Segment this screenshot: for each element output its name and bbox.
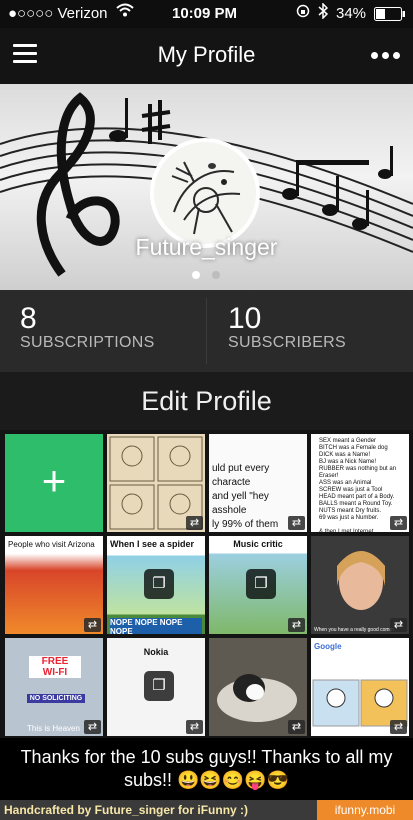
rotation-lock-icon <box>296 4 310 22</box>
footer-credit: Handcrafted by Future_singer for iFunny … <box>4 803 249 817</box>
bluetooth-icon <box>318 2 329 23</box>
repost-icon[interactable]: ⇄ <box>288 618 305 632</box>
posts-grid: + ⇄ uld put every characte and yell "hey… <box>0 430 413 738</box>
subscribers-stat[interactable]: 10 SUBSCRIBERS <box>228 302 346 352</box>
battery-percent: 34% <box>336 5 367 22</box>
gallery-icon: ❐ <box>246 569 276 599</box>
post-tile[interactable]: ⇄ <box>209 638 307 736</box>
page-title: My Profile <box>157 42 256 67</box>
bird-illustration <box>171 161 241 235</box>
stats-divider <box>206 298 207 364</box>
ifunny-badge: ifunny.mobi <box>317 800 413 820</box>
repost-icon[interactable]: ⇄ <box>186 516 203 530</box>
post-tile[interactable]: SEX meant a Gender BITCH was a Female do… <box>311 434 409 532</box>
nav-bar: My Profile <box>0 28 413 84</box>
subscriptions-count: 8 <box>20 302 37 335</box>
post-tile[interactable]: Nokia ❐ ⇄ <box>107 638 205 736</box>
post-tile[interactable]: FREE WI-FI NO SOLICITING This is Heaven … <box>5 638 103 736</box>
repost-icon[interactable]: ⇄ <box>186 720 203 734</box>
post-caption: Thanks for the 10 subs guys!! Thanks to … <box>0 738 413 800</box>
gallery-icon: ❐ <box>144 569 174 599</box>
repost-icon[interactable]: ⇄ <box>288 720 305 734</box>
repost-icon[interactable]: ⇄ <box>84 720 101 734</box>
profile-stats: 8 SUBSCRIPTIONS 10 SUBSCRIBERS <box>0 290 413 372</box>
add-post-button[interactable]: + <box>5 434 103 532</box>
subscribers-label: SUBSCRIBERS <box>228 334 346 351</box>
subscribers-count: 10 <box>228 302 262 335</box>
edit-profile-button[interactable]: Edit Profile <box>0 372 413 430</box>
status-bar: ●○○○○ Verizon 10:09 PM 34% <box>0 0 413 28</box>
banner-page-indicator[interactable] <box>192 271 224 281</box>
username: Future_singer <box>135 234 278 260</box>
footer: Handcrafted by Future_singer for iFunny … <box>0 800 413 820</box>
post-tile[interactable]: ⇄ <box>107 434 205 532</box>
post-tile[interactable]: uld put every characte and yell "hey ass… <box>209 434 307 532</box>
repost-icon[interactable]: ⇄ <box>390 720 407 734</box>
subscriptions-stat[interactable]: 8 SUBSCRIPTIONS <box>20 302 155 352</box>
repost-icon[interactable]: ⇄ <box>84 618 101 632</box>
repost-icon[interactable]: ⇄ <box>288 516 305 530</box>
subscriptions-label: SUBSCRIPTIONS <box>20 334 155 351</box>
battery-icon <box>374 7 406 25</box>
post-tile[interactable]: Google ⇄ <box>311 638 409 736</box>
post-tile[interactable]: People who visit Arizona ⇄ <box>5 536 103 634</box>
avatar[interactable] <box>150 138 260 248</box>
post-tile[interactable]: When I see a spider NOPE NOPE NOPE NOPE … <box>107 536 205 634</box>
clock: 10:09 PM <box>172 5 238 22</box>
repost-icon[interactable]: ⇄ <box>390 618 407 632</box>
post-tile[interactable]: When you have a really good comm ⇄ <box>311 536 409 634</box>
wifi-icon <box>116 3 134 21</box>
cover-image[interactable]: Future_singer <box>0 84 413 290</box>
repost-icon[interactable]: ⇄ <box>390 516 407 530</box>
carrier-label: ●○○○○ Verizon <box>8 5 108 22</box>
more-options-icon[interactable] <box>371 52 401 60</box>
post-tile[interactable]: Music critic ❐ ⇄ <box>209 536 307 634</box>
plus-icon: + <box>41 457 67 504</box>
gallery-icon: ❐ <box>144 671 174 701</box>
